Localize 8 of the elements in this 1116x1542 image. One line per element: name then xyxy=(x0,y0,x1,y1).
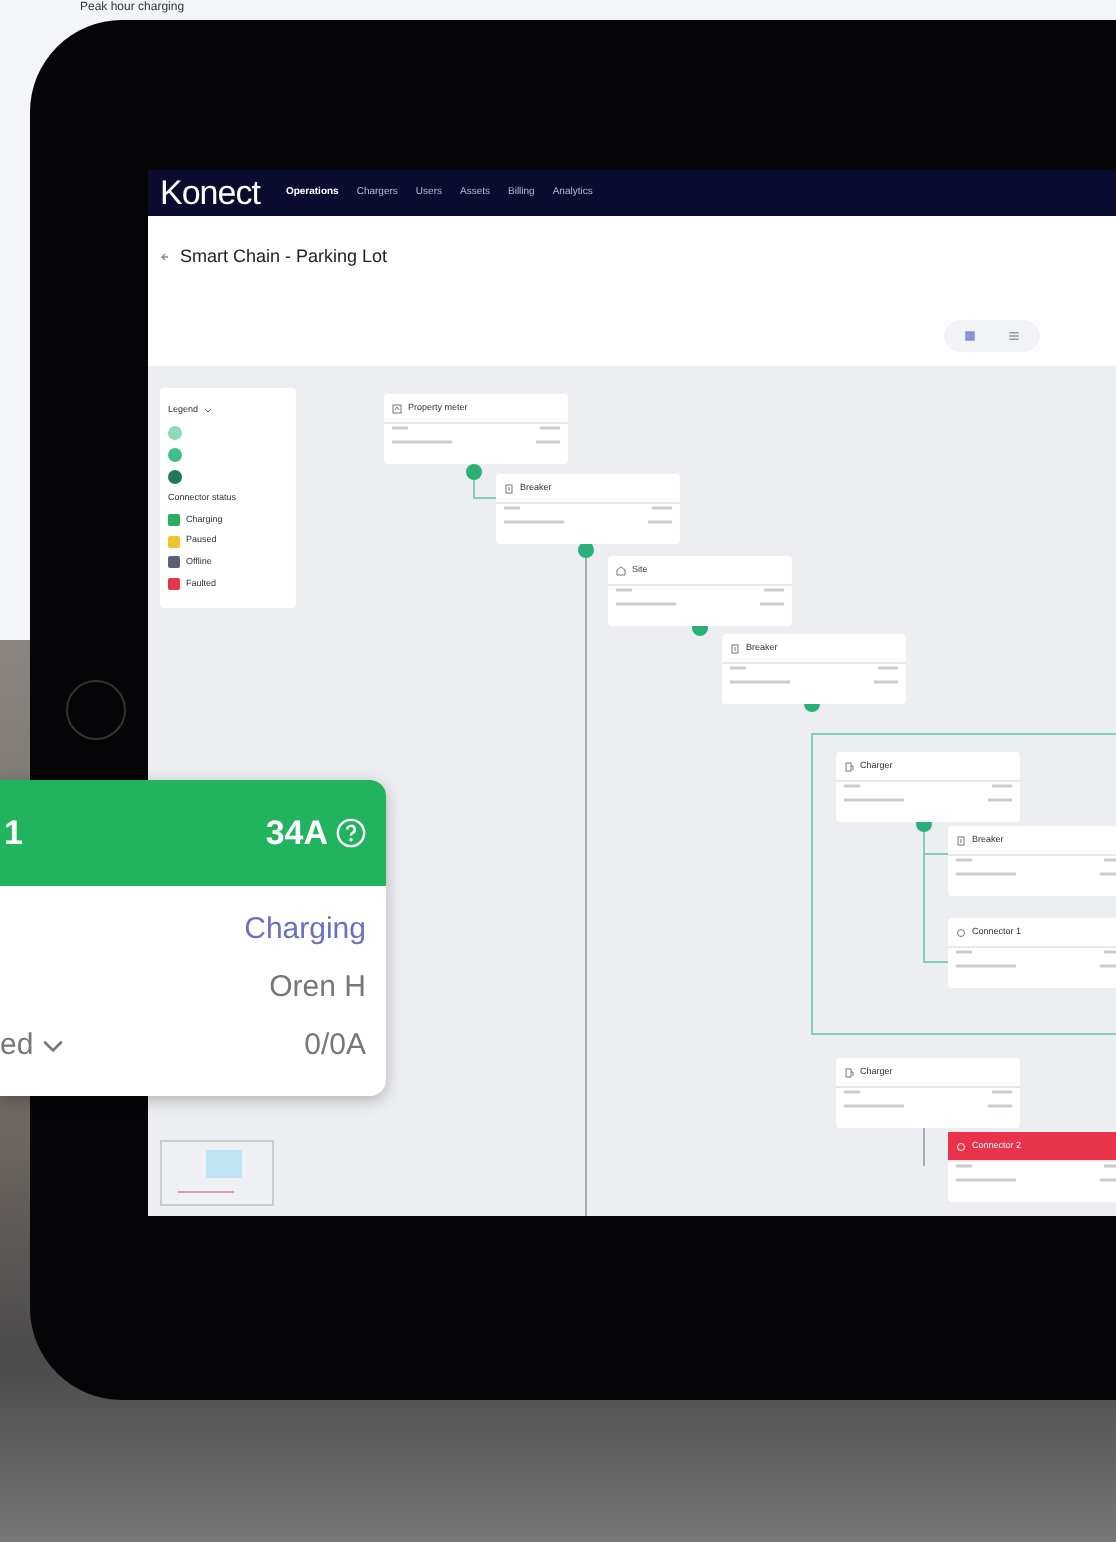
page-title: Smart Chain - Parking Lot xyxy=(180,244,388,270)
popup-title: 1 xyxy=(4,811,23,856)
current-value: 34A xyxy=(265,811,328,856)
current-reading: 0/0A xyxy=(304,1026,366,1067)
status-text: Charging xyxy=(244,910,366,951)
dropdown-toggle[interactable]: ed xyxy=(0,1024,64,1070)
user-name: Oren H xyxy=(269,968,366,1009)
logo-text: Konect xyxy=(160,176,260,210)
